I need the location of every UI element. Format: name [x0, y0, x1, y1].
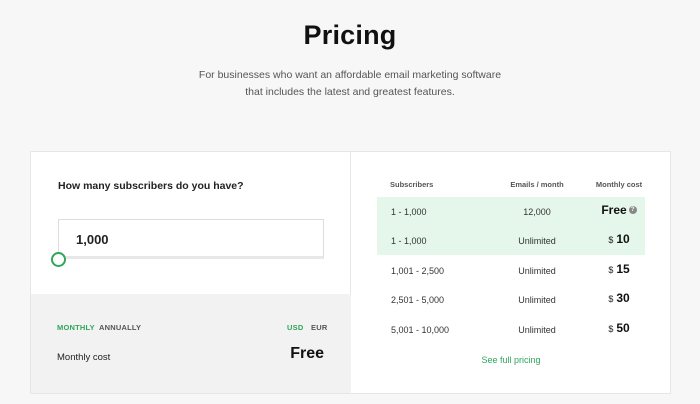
- row-cost-value: 30: [616, 291, 630, 305]
- tab-annually[interactable]: ANNUALLY: [99, 323, 141, 332]
- table-row: 1 - 1,000 12,000 Free?: [377, 197, 645, 226]
- row-currency: $: [608, 324, 614, 334]
- tab-monthly[interactable]: MONTHLY: [57, 323, 95, 332]
- subscribers-value: 1,000: [76, 232, 109, 247]
- currency-usd[interactable]: USD: [287, 323, 303, 332]
- row-emails: Unlimited: [518, 325, 556, 335]
- row-emails: Unlimited: [518, 295, 556, 305]
- row-emails: Unlimited: [518, 236, 556, 246]
- table-row: 1 - 1,000 Unlimited $10: [377, 226, 645, 255]
- subscribers-input[interactable]: 1,000: [58, 219, 324, 259]
- see-full-pricing-link[interactable]: See full pricing: [352, 355, 670, 365]
- row-subscribers: 1 - 1,000: [391, 236, 427, 246]
- monthly-cost-value: Free: [290, 345, 324, 362]
- calculator-panel: How many subscribers do you have? 1,000 …: [31, 152, 351, 393]
- column-header-cost: Monthly cost: [595, 180, 643, 189]
- help-icon[interactable]: ?: [628, 206, 637, 214]
- row-cost: $50: [584, 321, 654, 335]
- row-emails: 12,000: [523, 207, 551, 217]
- subscribers-slider-handle[interactable]: [51, 252, 66, 267]
- row-currency: $: [608, 294, 614, 304]
- pricing-card: How many subscribers do you have? 1,000 …: [30, 151, 671, 394]
- row-subscribers: 1,001 - 2,500: [391, 266, 445, 276]
- row-cost-value: 10: [616, 232, 630, 246]
- column-header-subscribers: Subscribers: [390, 180, 434, 189]
- page-subtitle: For businesses who want an affordable em…: [198, 69, 502, 98]
- pricing-table: Subscribers Emails / month Monthly cost …: [352, 152, 670, 393]
- table-row: 1,001 - 2,500 Unlimited $15: [377, 256, 645, 285]
- row-subscribers: 2,501 - 5,000: [391, 295, 445, 305]
- row-cost-value: 15: [616, 262, 630, 276]
- column-header-emails: Emails / month: [510, 180, 564, 189]
- row-subscribers: 5,001 - 10,000: [391, 325, 450, 335]
- row-cost: $15: [584, 262, 654, 276]
- row-cost-value: 50: [616, 321, 630, 335]
- subscribers-question: How many subscribers do you have?: [58, 180, 244, 192]
- monthly-cost-label: Monthly cost: [57, 352, 111, 363]
- row-cost-value: Free: [601, 203, 627, 217]
- row-cost: $30: [584, 291, 654, 305]
- page-title: Pricing: [303, 20, 397, 50]
- currency-eur[interactable]: EUR: [311, 323, 327, 332]
- cost-summary: MONTHLY ANNUALLY USD EUR Monthly cost Fr…: [31, 294, 351, 393]
- row-currency: $: [608, 265, 614, 275]
- row-subscribers: 1 - 1,000: [391, 207, 427, 217]
- row-cost: $10: [584, 232, 654, 246]
- row-currency: $: [608, 235, 614, 245]
- row-emails: Unlimited: [518, 266, 556, 276]
- table-row: 2,501 - 5,000 Unlimited $30: [377, 285, 645, 314]
- row-cost: Free?: [584, 203, 654, 217]
- table-row: 5,001 - 10,000 Unlimited $50: [377, 315, 645, 344]
